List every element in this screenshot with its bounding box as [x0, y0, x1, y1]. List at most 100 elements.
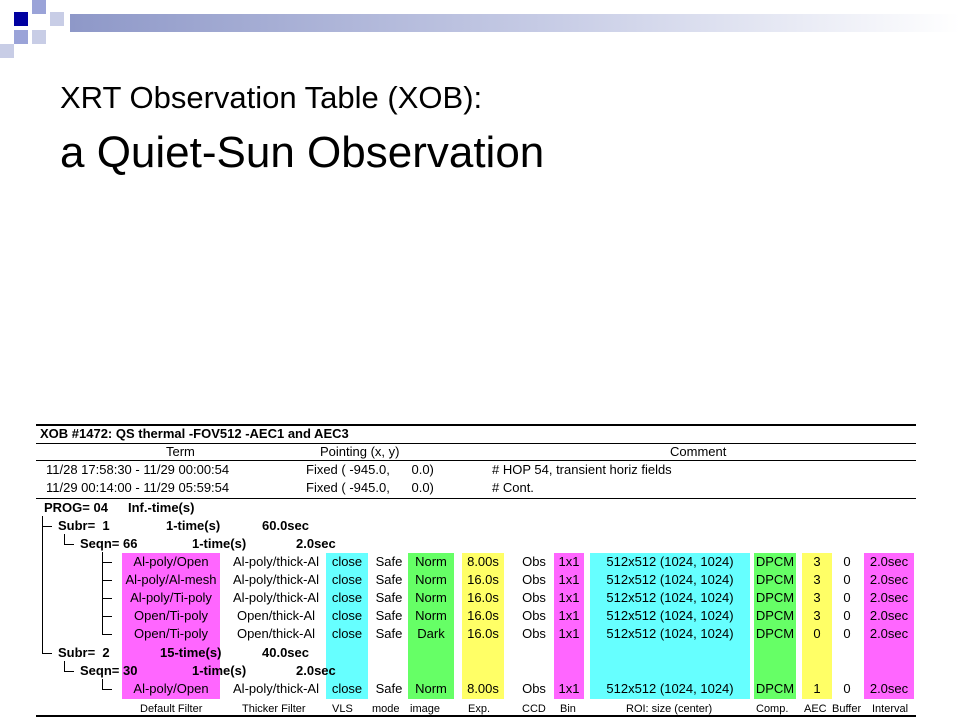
seq2-times: 1-time(s) — [192, 663, 247, 678]
seq1-label: Seqn= 66 — [80, 536, 138, 551]
prog-label: PROG= 04 — [44, 500, 108, 515]
cell-buffer: 0 — [843, 572, 851, 587]
tree-line — [64, 534, 65, 544]
subr2-times: 15-time(s) — [160, 645, 222, 660]
tree-branch — [64, 671, 74, 672]
prog-time: Inf.-time(s) — [128, 500, 195, 515]
seq1-interval: 2.0sec — [296, 536, 336, 551]
table-rule — [36, 715, 916, 717]
tree-line — [64, 661, 65, 671]
cell-thicker-filter: Al-poly/thick-Al — [233, 590, 319, 605]
footer-label: image — [410, 703, 440, 715]
cell-aec: 1 — [813, 681, 821, 696]
slide-decoration — [0, 0, 960, 60]
cell-aec: 0 — [813, 626, 821, 641]
slide-subtitle: a Quiet-Sun Observation — [60, 128, 545, 177]
cell-thicker-filter: Al-poly/thick-Al — [233, 681, 319, 696]
cell-vls: close — [331, 681, 363, 696]
pointing-2: Fixed ( -945.0, 0.0) — [306, 480, 434, 495]
cell-image: Dark — [417, 626, 445, 641]
cell-roi: 512x512 (1024, 1024) — [606, 608, 734, 623]
cell-default-filter: Al-poly/Al-mesh — [125, 572, 217, 587]
tree-branch — [102, 689, 112, 690]
cell-default-filter: Al-poly/Open — [133, 681, 209, 696]
subr1-interval: 60.0sec — [262, 518, 309, 533]
tree-branch — [64, 544, 74, 545]
cell-vls: close — [331, 626, 363, 641]
column-term: Term — [166, 444, 195, 459]
cell-vls: close — [331, 554, 363, 569]
cell-aec: 3 — [813, 572, 821, 587]
cell-mode: Safe — [375, 681, 403, 696]
cell-aec: 3 — [813, 554, 821, 569]
cell-image: Norm — [415, 681, 447, 696]
comment-2: # Cont. — [492, 480, 534, 495]
cell-comp: DPCM — [755, 554, 795, 569]
subr1-times: 1-time(s) — [166, 518, 221, 533]
cell-exp: 16.0s — [467, 572, 499, 587]
cell-comp: DPCM — [755, 572, 795, 587]
seq2-interval: 2.0sec — [296, 663, 336, 678]
seq1-times: 1-time(s) — [192, 536, 247, 551]
cell-image: Norm — [415, 608, 447, 623]
footer-label: Bin — [560, 703, 576, 715]
cell-buffer: 0 — [843, 590, 851, 605]
comment-1: # HOP 54, transient horiz fields — [492, 462, 672, 477]
cell-comp: DPCM — [755, 681, 795, 696]
cell-thicker-filter: Open/thick-Al — [236, 608, 316, 623]
cell-interval: 2.0sec — [869, 572, 909, 587]
cell-roi: 512x512 (1024, 1024) — [606, 681, 734, 696]
cell-aec: 3 — [813, 608, 821, 623]
cell-image: Norm — [415, 554, 447, 569]
tree-branch — [102, 616, 112, 617]
cell-default-filter: Open/Ti-poly — [134, 626, 208, 641]
cell-comp: DPCM — [755, 626, 795, 641]
cell-interval: 2.0sec — [869, 608, 909, 623]
footer-label: Default Filter — [140, 703, 203, 715]
footer-label: CCD — [522, 703, 546, 715]
subr1-label: Subr= 1 — [58, 518, 110, 533]
pointing-1: Fixed ( -945.0, 0.0) — [306, 462, 434, 477]
cell-bin: 1x1 — [558, 554, 580, 569]
header-gradient-bar — [70, 14, 960, 32]
tree-branch — [102, 598, 112, 599]
cell-bin: 1x1 — [558, 590, 580, 605]
tree-line — [42, 516, 43, 654]
deco-square-light — [32, 30, 46, 44]
cell-default-filter: Al-poly/Ti-poly — [130, 590, 212, 605]
table-rule — [36, 498, 916, 499]
cell-exp: 16.0s — [467, 626, 499, 641]
cell-comp: DPCM — [755, 590, 795, 605]
footer-label: Interval — [872, 703, 909, 715]
cell-bin: 1x1 — [558, 626, 580, 641]
cell-interval: 2.0sec — [869, 626, 909, 641]
cell-roi: 512x512 (1024, 1024) — [606, 626, 734, 641]
cell-interval: 2.0sec — [869, 554, 909, 569]
cell-mode: Safe — [375, 554, 403, 569]
cell-ccd: Obs — [522, 554, 546, 569]
cell-roi: 512x512 (1024, 1024) — [606, 572, 734, 587]
cell-ccd: Obs — [522, 626, 546, 641]
cell-interval: 2.0sec — [869, 681, 909, 696]
tree-line — [102, 552, 103, 634]
deco-square-dark — [14, 12, 28, 26]
cell-thicker-filter: Al-poly/thick-Al — [233, 554, 319, 569]
cell-thicker-filter: Al-poly/thick-Al — [233, 572, 319, 587]
deco-square-light — [50, 12, 64, 26]
cell-bin: 1x1 — [558, 681, 580, 696]
cell-exp: 8.00s — [467, 554, 499, 569]
footer-label: ROI: size (center) — [626, 703, 713, 715]
cell-vls: close — [331, 572, 363, 587]
tree-branch — [42, 526, 52, 527]
cell-comp: DPCM — [755, 608, 795, 623]
cell-roi: 512x512 (1024, 1024) — [606, 590, 734, 605]
cell-bin: 1x1 — [558, 608, 580, 623]
cell-default-filter: Open/Ti-poly — [134, 608, 208, 623]
xob-header: XOB #1472: QS thermal -FOV512 -AEC1 and … — [40, 426, 349, 441]
cell-vls: close — [331, 590, 363, 605]
cell-buffer: 0 — [843, 554, 851, 569]
cell-image: Norm — [415, 572, 447, 587]
cell-exp: 16.0s — [467, 590, 499, 605]
subr2-interval: 40.0sec — [262, 645, 309, 660]
term-2: 11/29 00:14:00 - 11/29 05:59:54 — [46, 480, 230, 495]
